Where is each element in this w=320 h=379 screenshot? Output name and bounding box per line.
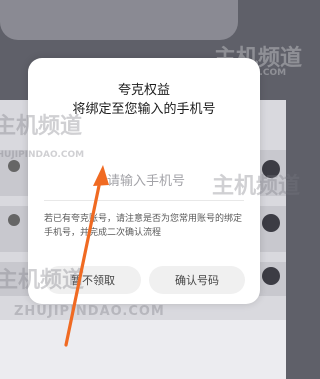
input-divider xyxy=(44,200,244,201)
watermark-url: ZHUJIPINDAO.COM xyxy=(192,68,287,78)
phone-number-input[interactable] xyxy=(68,169,224,193)
watermark-text: 主机频道 xyxy=(0,114,83,139)
confirm-number-button[interactable]: 确认号码 xyxy=(149,266,245,294)
background-icon xyxy=(262,214,280,232)
watermark-text: 主机频道 xyxy=(0,268,85,293)
watermark-url: ZHUJIPINDAO.COM xyxy=(0,150,85,160)
account-notice: 若已有夸克账号，请注意是否为您常用账号的绑定手机号，并完成二次确认流程 xyxy=(44,214,243,238)
watermark-text: 主机频道 xyxy=(212,174,301,199)
background-icon xyxy=(8,214,20,226)
background-footer xyxy=(0,320,286,379)
dialog-title: 夸克权益 xyxy=(117,83,170,98)
watermark-url: ZHUJIPINDAO.COM xyxy=(14,304,165,319)
background-icon xyxy=(262,267,280,285)
background-header xyxy=(0,0,238,40)
background-icon xyxy=(8,160,20,172)
